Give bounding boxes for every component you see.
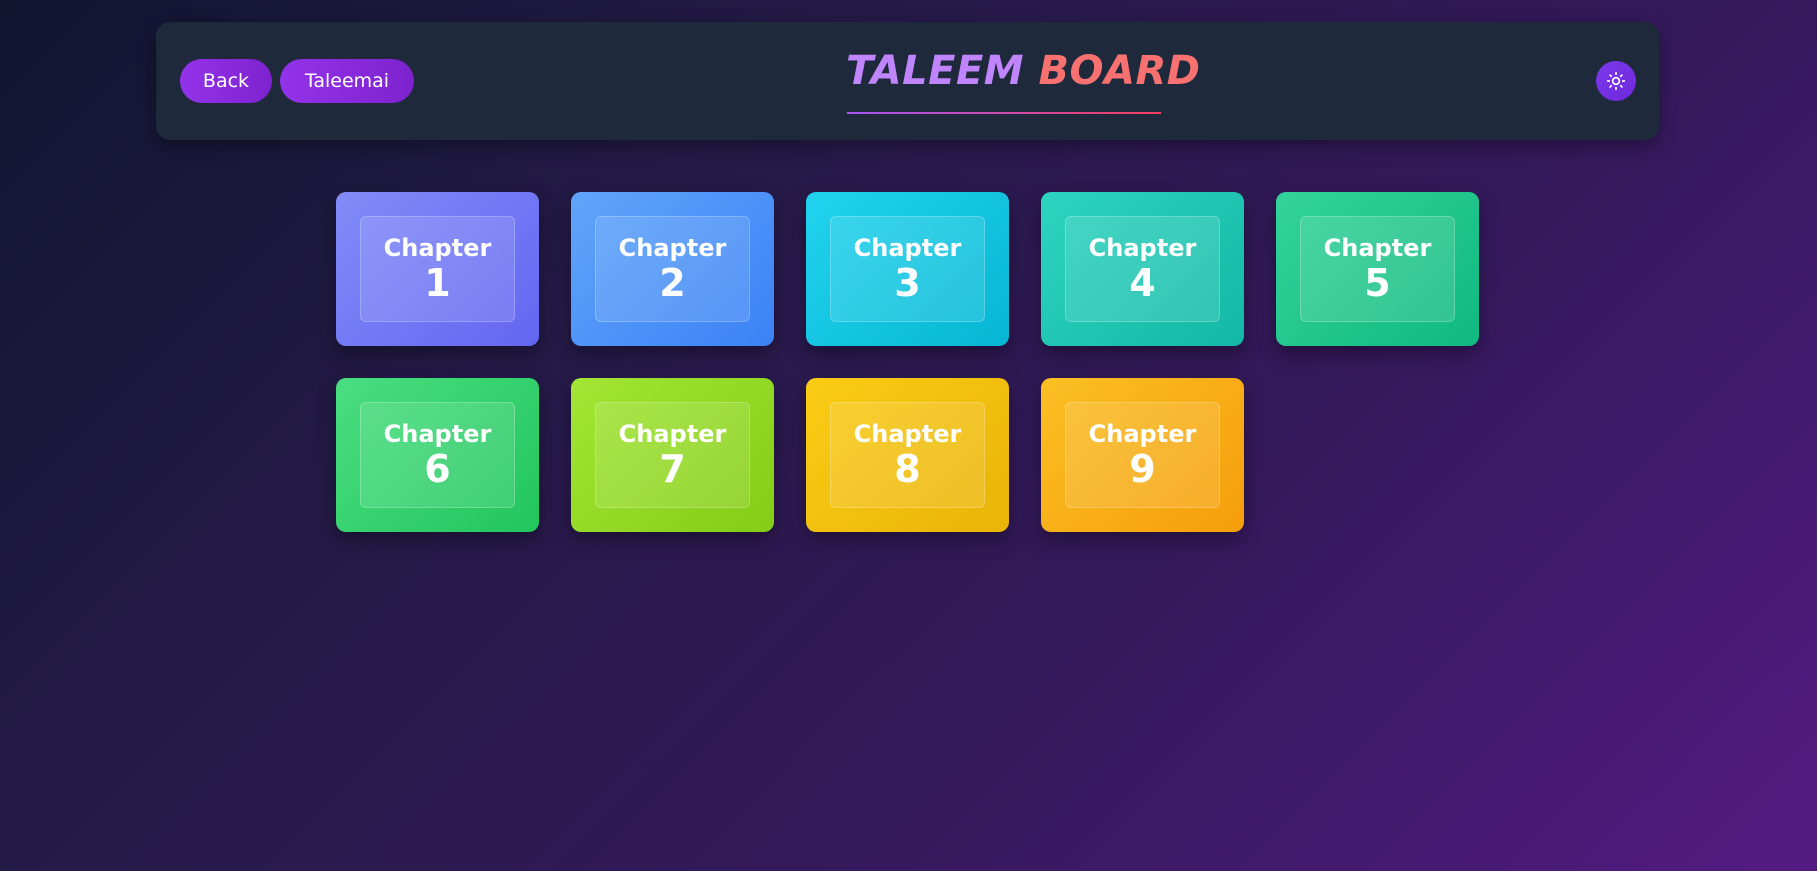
chapter-label: Chapter	[1088, 420, 1197, 448]
chapter-number: 6	[424, 447, 451, 491]
chapter-label: Chapter	[853, 234, 962, 262]
chapter-card-inner: Chapter 9	[1065, 402, 1220, 508]
chapter-card-inner: Chapter 3	[830, 216, 985, 322]
chapter-number: 9	[1129, 447, 1156, 491]
chapter-number: 1	[424, 261, 451, 305]
chapter-number: 8	[894, 447, 921, 491]
chapter-number: 7	[659, 447, 686, 491]
chapter-card-8[interactable]: Chapter 8	[806, 378, 1009, 532]
chapter-card-5[interactable]: Chapter 5	[1276, 192, 1479, 346]
chapter-card-7[interactable]: Chapter 7	[571, 378, 774, 532]
chapter-label: Chapter	[853, 420, 962, 448]
chapter-grid: Chapter 1 Chapter 2 Chapter 3 Chapter 4 …	[336, 192, 1481, 532]
chapter-number: 2	[659, 261, 686, 305]
chapter-label: Chapter	[383, 234, 492, 262]
page-title: TALEEM BOARD	[846, 48, 1200, 94]
chapter-card-inner: Chapter 2	[595, 216, 750, 322]
chapter-label: Chapter	[618, 420, 727, 448]
chapter-card-inner: Chapter 5	[1300, 216, 1455, 322]
chapter-card-inner: Chapter 6	[360, 402, 515, 508]
back-button[interactable]: Back	[180, 59, 272, 103]
chapter-label: Chapter	[1088, 234, 1197, 262]
title-part-board: BOARD	[1038, 48, 1201, 94]
chapter-card-1[interactable]: Chapter 1	[336, 192, 539, 346]
chapter-card-4[interactable]: Chapter 4	[1041, 192, 1244, 346]
chapter-card-inner: Chapter 7	[595, 402, 750, 508]
chapter-number: 5	[1364, 261, 1391, 305]
sun-icon	[1606, 71, 1626, 91]
chapter-card-6[interactable]: Chapter 6	[336, 378, 539, 532]
chapter-card-inner: Chapter 1	[360, 216, 515, 322]
chapter-number: 3	[894, 261, 921, 305]
chapter-label: Chapter	[383, 420, 492, 448]
header-bar: Back Taleemai TALEEM BOARD	[156, 22, 1659, 140]
theme-toggle-button[interactable]	[1596, 61, 1636, 101]
chapter-card-inner: Chapter 4	[1065, 216, 1220, 322]
chapter-label: Chapter	[618, 234, 727, 262]
title-part-taleem: TALEEM	[846, 48, 1025, 94]
chapter-card-2[interactable]: Chapter 2	[571, 192, 774, 346]
chapter-number: 4	[1129, 261, 1156, 305]
chapter-label: Chapter	[1323, 234, 1432, 262]
chapter-card-3[interactable]: Chapter 3	[806, 192, 1009, 346]
taleemai-button[interactable]: Taleemai	[280, 59, 414, 103]
chapter-card-inner: Chapter 8	[830, 402, 985, 508]
chapter-card-9[interactable]: Chapter 9	[1041, 378, 1244, 532]
title-underline	[847, 112, 1161, 114]
